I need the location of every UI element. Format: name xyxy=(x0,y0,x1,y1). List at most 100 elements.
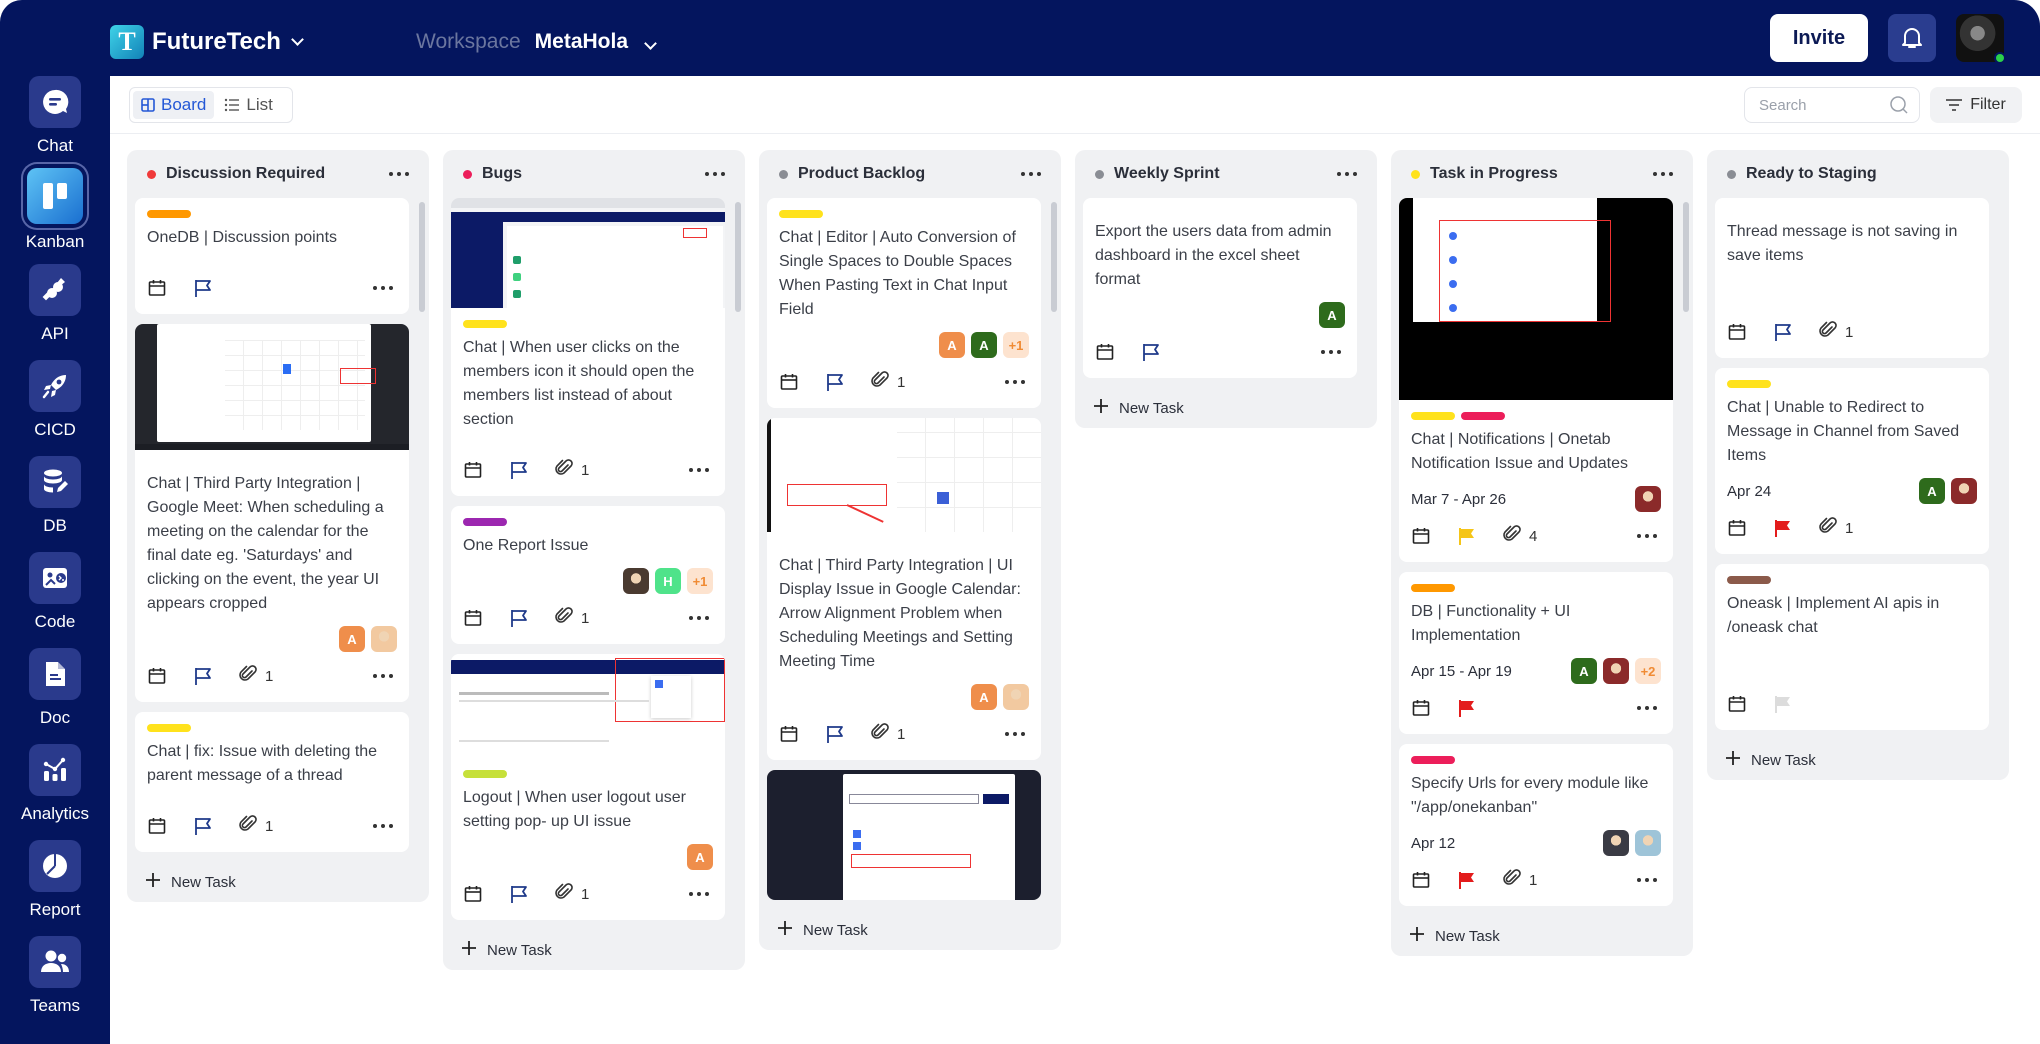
assignee-avatar[interactable]: A xyxy=(1319,302,1345,328)
workspace-switcher[interactable]: Workspace MetaHola xyxy=(416,30,657,54)
column-scrollbar[interactable] xyxy=(735,202,741,312)
label-tag[interactable] xyxy=(1411,756,1455,764)
assignee-avatar[interactable]: A xyxy=(971,332,997,358)
card-more-button[interactable] xyxy=(1001,376,1029,388)
invite-button[interactable]: Invite xyxy=(1770,14,1868,62)
priority-flag-icon[interactable] xyxy=(193,278,213,298)
new-task-button[interactable]: New Task xyxy=(1715,740,2001,780)
column-scrollbar[interactable] xyxy=(1051,202,1057,312)
task-card[interactable]: Logout | When user logout user setting p… xyxy=(451,654,725,920)
assignee-avatar[interactable]: A xyxy=(971,684,997,710)
new-task-button[interactable]: New Task xyxy=(767,910,1053,950)
label-tag[interactable] xyxy=(463,770,507,778)
calendar-icon[interactable] xyxy=(1727,322,1747,342)
sidebar-item-analytics[interactable]: Analytics xyxy=(0,744,110,824)
notifications-button[interactable] xyxy=(1888,14,1936,62)
sidebar-item-kanban[interactable]: Kanban xyxy=(0,168,110,252)
sidebar-item-db[interactable]: DB xyxy=(0,456,110,536)
assignee-photo-avatar[interactable] xyxy=(1635,486,1661,512)
priority-flag-icon[interactable] xyxy=(1457,698,1477,718)
task-card[interactable]: Oneask | Implement AI apis in /oneask ch… xyxy=(1715,564,1989,730)
more-assignees-badge[interactable]: +2 xyxy=(1635,658,1661,684)
assignee-avatar[interactable]: A xyxy=(939,332,965,358)
attachments[interactable]: 1 xyxy=(871,371,905,393)
filter-button[interactable]: Filter xyxy=(1930,87,2022,123)
label-tag[interactable] xyxy=(1411,412,1455,420)
search-icon[interactable] xyxy=(1889,95,1909,115)
assignee-avatar[interactable]: A xyxy=(339,626,365,652)
new-task-button[interactable]: New Task xyxy=(1399,916,1685,956)
priority-flag-icon[interactable] xyxy=(193,666,213,686)
attachments[interactable]: 1 xyxy=(239,815,273,837)
card-more-button[interactable] xyxy=(1001,728,1029,740)
priority-flag-icon[interactable] xyxy=(1141,342,1161,362)
label-tag[interactable] xyxy=(147,210,191,218)
calendar-icon[interactable] xyxy=(147,666,167,686)
new-task-button[interactable]: New Task xyxy=(135,862,421,902)
column-more-button[interactable] xyxy=(1333,168,1361,180)
assignee-photo-avatar[interactable] xyxy=(1603,658,1629,684)
task-card[interactable]: Chat | Notifications | Onetab Notificati… xyxy=(1399,198,1673,562)
attachments[interactable]: 1 xyxy=(1503,869,1537,891)
assignee-avatar[interactable]: A xyxy=(687,844,713,870)
assignee-photo-avatar[interactable] xyxy=(1603,830,1629,856)
assignee-photo-avatar[interactable] xyxy=(623,568,649,594)
attachments[interactable]: 1 xyxy=(555,883,589,905)
calendar-icon[interactable] xyxy=(779,724,799,744)
label-tag[interactable] xyxy=(1461,412,1505,420)
priority-flag-icon[interactable] xyxy=(509,460,529,480)
calendar-icon[interactable] xyxy=(463,884,483,904)
attachments[interactable]: 1 xyxy=(555,459,589,481)
card-more-button[interactable] xyxy=(1633,702,1661,714)
more-assignees-badge[interactable]: +1 xyxy=(687,568,713,594)
priority-flag-icon[interactable] xyxy=(1773,518,1793,538)
column-scrollbar[interactable] xyxy=(419,202,425,312)
attachments[interactable]: 1 xyxy=(1819,517,1853,539)
task-card[interactable]: Chat | When user clicks on the members i… xyxy=(451,198,725,496)
priority-flag-icon[interactable] xyxy=(1457,526,1477,546)
task-card[interactable]: Specify Urls for every module like "/app… xyxy=(1399,744,1673,906)
card-more-button[interactable] xyxy=(1633,530,1661,542)
assignee-photo-avatar[interactable] xyxy=(1003,684,1029,710)
sidebar-item-code[interactable]: Code xyxy=(0,552,110,632)
card-more-button[interactable] xyxy=(685,464,713,476)
attachments[interactable]: 1 xyxy=(871,723,905,745)
priority-flag-icon[interactable] xyxy=(1457,870,1477,890)
calendar-icon[interactable] xyxy=(147,278,167,298)
column-scrollbar[interactable] xyxy=(1683,202,1689,312)
attachments[interactable]: 1 xyxy=(1819,321,1853,343)
label-tag[interactable] xyxy=(147,724,191,732)
label-tag[interactable] xyxy=(1727,380,1771,388)
attachments[interactable]: 1 xyxy=(239,665,273,687)
brand-switcher[interactable]: T FutureTech xyxy=(110,25,304,59)
task-card[interactable]: Chat | fix: Issue with deleting the pare… xyxy=(135,712,409,852)
priority-flag-icon[interactable] xyxy=(825,372,845,392)
sidebar-item-api[interactable]: API xyxy=(0,264,110,344)
new-task-button[interactable]: New Task xyxy=(1083,388,1369,428)
calendar-icon[interactable] xyxy=(147,816,167,836)
card-more-button[interactable] xyxy=(369,820,397,832)
assignee-avatar[interactable]: A xyxy=(1571,658,1597,684)
priority-flag-icon[interactable] xyxy=(1773,694,1793,714)
task-card[interactable]: Chat | Editor | Auto Conversion of Singl… xyxy=(767,198,1041,408)
sidebar-item-report[interactable]: Report xyxy=(0,840,110,920)
column-more-button[interactable] xyxy=(1649,168,1677,180)
task-card[interactable]: Chat | Third Party Integration | Google … xyxy=(135,324,409,702)
calendar-icon[interactable] xyxy=(1727,694,1747,714)
assignee-avatar[interactable]: A xyxy=(1919,478,1945,504)
label-tag[interactable] xyxy=(1727,576,1771,584)
task-card[interactable]: Chat | Unable to Redirect to Message in … xyxy=(1715,368,1989,554)
calendar-icon[interactable] xyxy=(779,372,799,392)
more-assignees-badge[interactable]: +1 xyxy=(1003,332,1029,358)
list-view-button[interactable]: List xyxy=(216,91,280,119)
label-tag[interactable] xyxy=(463,320,507,328)
card-more-button[interactable] xyxy=(369,282,397,294)
task-card[interactable]: Export the users data from admin dashboa… xyxy=(1083,198,1357,378)
calendar-icon[interactable] xyxy=(1095,342,1115,362)
card-more-button[interactable] xyxy=(1633,874,1661,886)
user-avatar[interactable] xyxy=(1956,14,2006,64)
card-more-button[interactable] xyxy=(685,888,713,900)
column-more-button[interactable] xyxy=(1017,168,1045,180)
priority-flag-icon[interactable] xyxy=(825,724,845,744)
label-tag[interactable] xyxy=(1411,584,1455,592)
